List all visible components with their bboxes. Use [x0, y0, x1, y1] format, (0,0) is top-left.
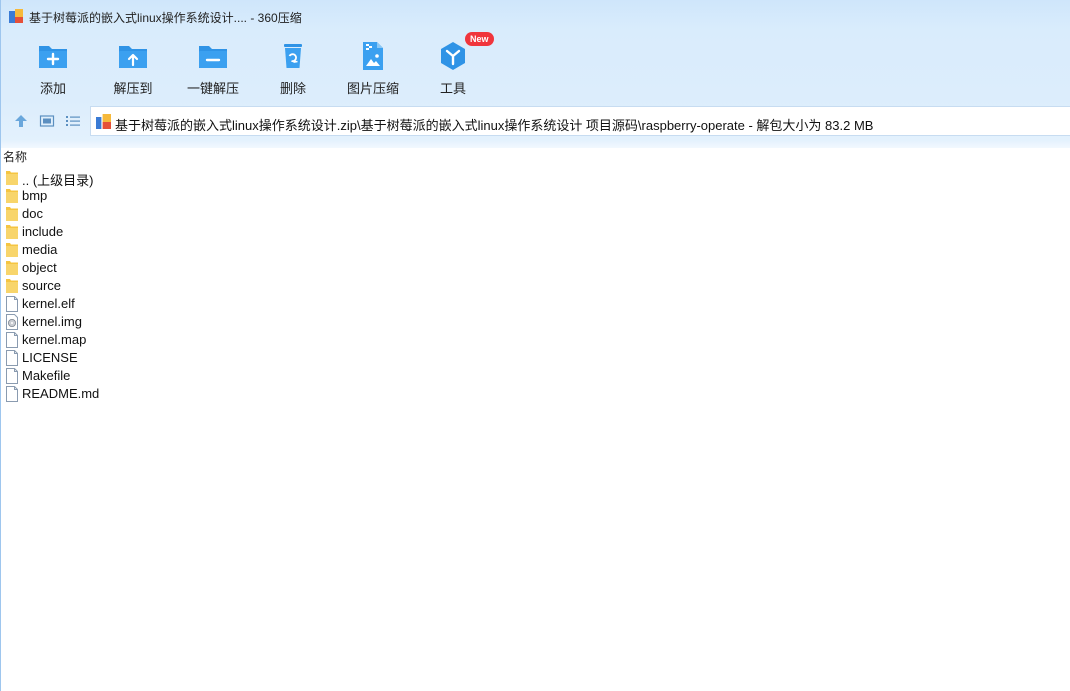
list-item-file[interactable]: kernel.elf	[1, 295, 201, 313]
folder-icon	[6, 171, 18, 185]
window-title: 基于树莓派的嵌入式linux操作系统设计.... - 360压缩	[29, 11, 302, 25]
list-item-name: source	[22, 278, 62, 293]
file-icon	[6, 386, 18, 402]
window-chrome: 基于树莓派的嵌入式linux操作系统设计.... - 360压缩 添加 解压到	[1, 0, 1070, 148]
folder-icon	[6, 189, 18, 203]
zip-archive-icon	[96, 114, 111, 129]
list-item-file[interactable]: Makefile	[1, 367, 201, 385]
list-item-file[interactable]: LICENSE	[1, 349, 201, 367]
extract-to-button[interactable]: 解压到	[93, 36, 173, 98]
list-item-folder[interactable]: doc	[1, 205, 201, 223]
app-window: 基于树莓派的嵌入式linux操作系统设计.... - 360压缩 添加 解压到	[0, 0, 1070, 691]
main-toolbar: 添加 解压到 一键解压 删除 图片压缩 New 工具	[1, 32, 1070, 100]
folder-icon	[6, 207, 18, 221]
folder-icon	[6, 261, 18, 275]
list-item-name: kernel.img	[22, 314, 82, 329]
thumbnail-view-icon[interactable]	[39, 113, 55, 129]
list-item-folder[interactable]: source	[1, 277, 201, 295]
list-item-name: Makefile	[22, 368, 71, 383]
add-button[interactable]: 添加	[13, 36, 93, 98]
list-item-folder[interactable]: .. (上级目录)	[1, 169, 201, 188]
address-bar[interactable]: 基于树莓派的嵌入式linux操作系统设计.zip\基于树莓派的嵌入式linux操…	[90, 106, 1070, 136]
list-item-name: LICENSE	[22, 350, 78, 365]
list-item-file[interactable]: kernel.map	[1, 331, 201, 349]
navigation-bar: 基于树莓派的嵌入式linux操作系统设计.zip\基于树莓派的嵌入式linux操…	[1, 106, 1070, 136]
file-list-header: 名称	[1, 148, 1070, 168]
list-item-name: kernel.elf	[22, 296, 75, 311]
file-icon	[6, 332, 18, 348]
file-icon	[6, 368, 18, 384]
one-click-extract-icon	[199, 46, 227, 68]
list-item-name: kernel.map	[22, 332, 87, 347]
list-item-name: media	[22, 242, 58, 257]
list-item-folder[interactable]: include	[1, 223, 201, 241]
list-item-name: bmp	[22, 188, 48, 203]
new-badge: New	[465, 32, 494, 46]
list-item-file[interactable]: kernel.img	[1, 313, 201, 331]
list-view-icon[interactable]	[65, 113, 81, 129]
list-item-folder[interactable]: object	[1, 259, 201, 277]
folder-icon	[6, 225, 18, 239]
list-item-name: doc	[22, 206, 43, 221]
list-item-name: include	[22, 224, 64, 239]
delete-label: 删除	[279, 81, 306, 96]
tools-label: 工具	[439, 81, 466, 96]
list-item-name: README.md	[22, 386, 100, 401]
delete-button[interactable]: 删除	[253, 36, 333, 98]
image-compress-label: 图片压缩	[346, 81, 399, 96]
column-header-name[interactable]: 名称	[3, 148, 27, 165]
image-compress-icon	[363, 42, 383, 70]
one-click-extract-button[interactable]: 一键解压	[173, 36, 253, 98]
title-bar: 基于树莓派的嵌入式linux操作系统设计.... - 360压缩	[1, 0, 1070, 32]
file-icon	[6, 296, 18, 312]
add-folder-icon	[39, 46, 67, 68]
disc-image-file-icon	[6, 314, 18, 330]
extract-to-label: 解压到	[113, 81, 153, 96]
list-item-folder[interactable]: bmp	[1, 187, 201, 205]
tools-icon	[441, 42, 465, 70]
folder-icon	[6, 279, 18, 293]
app-logo-icon	[9, 9, 23, 23]
arrow-up-icon[interactable]	[13, 113, 29, 129]
delete-icon	[284, 44, 302, 68]
image-compress-button[interactable]: 图片压缩	[333, 36, 413, 98]
one-click-extract-label: 一键解压	[186, 81, 239, 96]
extract-to-icon	[119, 46, 147, 68]
list-item-name: object	[22, 260, 57, 275]
list-item-folder[interactable]: media	[1, 241, 201, 259]
folder-icon	[6, 243, 18, 257]
address-path: 基于树莓派的嵌入式linux操作系统设计.zip\基于树莓派的嵌入式linux操…	[115, 118, 874, 133]
list-item-file[interactable]: README.md	[1, 385, 201, 403]
tools-button[interactable]: New 工具	[413, 32, 494, 98]
file-icon	[6, 350, 18, 366]
add-label: 添加	[39, 81, 66, 96]
